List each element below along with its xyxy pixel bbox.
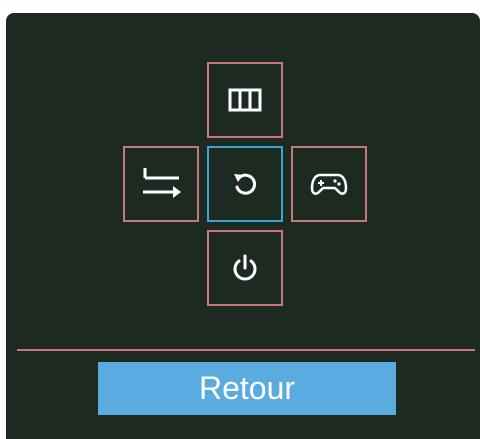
- divider: [17, 349, 475, 351]
- return-button[interactable]: [207, 146, 283, 222]
- game-mode-button[interactable]: [291, 146, 367, 222]
- picture-mode-button[interactable]: [207, 62, 283, 138]
- input-source-icon: [139, 164, 183, 204]
- picture-mode-icon: [228, 88, 262, 112]
- back-button[interactable]: Retour: [98, 362, 396, 415]
- power-button[interactable]: [207, 230, 283, 306]
- return-icon: [232, 171, 258, 197]
- power-icon: [231, 253, 259, 283]
- input-source-button[interactable]: [123, 146, 199, 222]
- game-mode-icon: [310, 171, 348, 197]
- osd-panel: Retour: [6, 13, 480, 439]
